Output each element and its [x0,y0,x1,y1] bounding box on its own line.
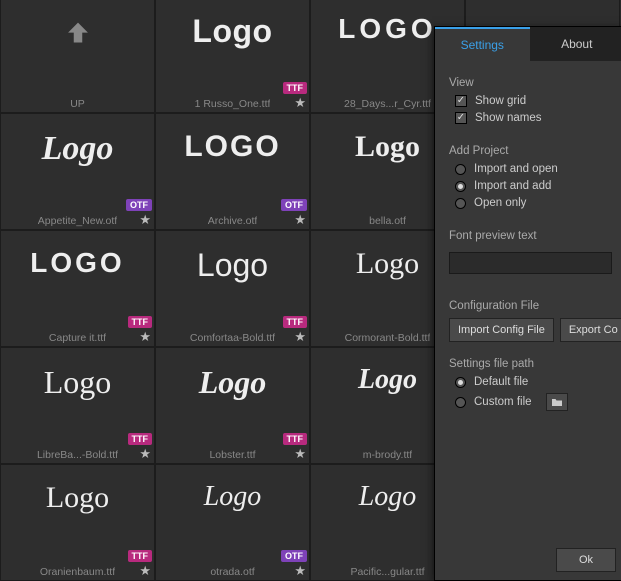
import-config-button[interactable]: Import Config File [449,318,554,342]
ext-badge: TTF [128,550,153,562]
ext-badge: OTF [126,199,152,211]
checkbox-label: Show names [475,112,541,124]
radio-label: Open only [474,197,526,209]
star-icon[interactable]: ★ [294,212,306,228]
add-project-label: Add Project [449,145,612,157]
star-icon[interactable]: ★ [294,95,306,111]
font-cell[interactable]: Logo TTF LibreBa...-Bold.ttf ★ [0,347,155,464]
filename-label: Pacific...gular.ttf [350,566,424,578]
font-preview: Logo [1,481,154,515]
filename-label: Appetite_New.otf [38,215,117,227]
filename-label: Lobster.ttf [209,449,255,461]
font-preview: Logo [156,247,309,284]
export-config-button[interactable]: Export Co [560,318,621,342]
ok-button[interactable]: Ok [556,548,616,572]
tab-about[interactable]: About [530,27,621,61]
filename-label: m-brody.ttf [363,449,412,461]
filename-label: Cormorant-Bold.ttf [345,332,431,344]
filename-label: 28_Days...r_Cyr.ttf [344,98,431,110]
font-cell[interactable]: LOGO OTF Archive.otf ★ [155,113,310,230]
star-icon[interactable]: ★ [294,329,306,345]
filename-label: bella.otf [369,215,406,227]
radio-icon [455,181,466,192]
panel-tabs: Settings About [435,27,621,61]
star-icon[interactable]: ★ [294,446,306,462]
filename-label: Capture it.ttf [49,332,106,344]
radio-icon [455,198,466,209]
font-preview: Logo [1,130,154,168]
browse-button[interactable] [546,393,568,411]
radio-label: Custom file [474,396,532,408]
radio-label: Import and open [474,163,558,175]
panel-body: View ✓ Show grid ✓ Show names Add Projec… [435,61,621,426]
view-label: View [449,77,612,89]
filename-label: Comfortaa-Bold.ttf [190,332,275,344]
star-icon[interactable]: ★ [139,563,151,579]
tab-settings[interactable]: Settings [435,27,530,61]
up-arrow-icon [1,17,154,56]
font-preview: Logo [1,364,154,401]
font-preview: Logo [156,13,309,50]
config-file-label: Configuration File [449,300,612,312]
filename-label: 1 Russo_One.ttf [195,98,271,110]
font-cell[interactable]: LOGO TTF Capture it.ttf ★ [0,230,155,347]
font-cell[interactable]: Logo TTF 1 Russo_One.ttf ★ [155,0,310,113]
radio-label: Import and add [474,180,551,192]
font-cell[interactable]: Logo OTF Appetite_New.otf ★ [0,113,155,230]
star-icon[interactable]: ★ [139,446,151,462]
checkbox-show-names[interactable]: ✓ Show names [455,112,612,124]
radio-import-and-add[interactable]: Import and add [455,180,612,192]
checkbox-show-grid[interactable]: ✓ Show grid [455,95,612,107]
radio-import-and-open[interactable]: Import and open [455,163,612,175]
ext-badge: OTF [281,550,307,562]
cell-label: UP [70,98,85,110]
radio-default-file[interactable]: Default file [455,376,612,388]
radio-icon [455,377,466,388]
star-icon[interactable]: ★ [294,563,306,579]
font-cell[interactable]: Logo OTF otrada.otf ★ [155,464,310,581]
checkbox-label: Show grid [475,95,526,107]
font-preview-label: Font preview text [449,230,612,242]
radio-custom-file[interactable]: Custom file [455,393,612,411]
filename-label: otrada.otf [210,566,254,578]
check-icon: ✓ [455,95,467,107]
ext-badge: TTF [128,316,153,328]
font-cell[interactable]: Logo TTF Lobster.ttf ★ [155,347,310,464]
star-icon[interactable]: ★ [139,329,151,345]
filename-label: Archive.otf [208,215,258,227]
ext-badge: TTF [283,82,308,94]
font-preview-input[interactable] [449,252,612,274]
radio-label: Default file [474,376,528,388]
ext-badge: TTF [283,316,308,328]
radio-open-only[interactable]: Open only [455,197,612,209]
ext-badge: OTF [281,199,307,211]
settings-panel: Settings About View ✓ Show grid ✓ Show n… [434,26,621,581]
radio-icon [455,164,466,175]
settings-path-label: Settings file path [449,358,612,370]
font-preview: Logo [156,481,309,513]
check-icon: ✓ [455,112,467,124]
ext-badge: TTF [128,433,153,445]
font-cell[interactable]: Logo TTF Oranienbaum.ttf ★ [0,464,155,581]
up-cell[interactable]: UP [0,0,155,113]
star-icon[interactable]: ★ [139,212,151,228]
filename-label: LibreBa...-Bold.ttf [37,449,118,461]
filename-label: Oranienbaum.ttf [40,566,115,578]
font-preview: LOGO [156,130,309,164]
font-preview: Logo [156,364,309,401]
font-preview: LOGO [1,247,154,279]
radio-icon [455,397,466,408]
font-cell[interactable]: Logo TTF Comfortaa-Bold.ttf ★ [155,230,310,347]
ext-badge: TTF [283,433,308,445]
